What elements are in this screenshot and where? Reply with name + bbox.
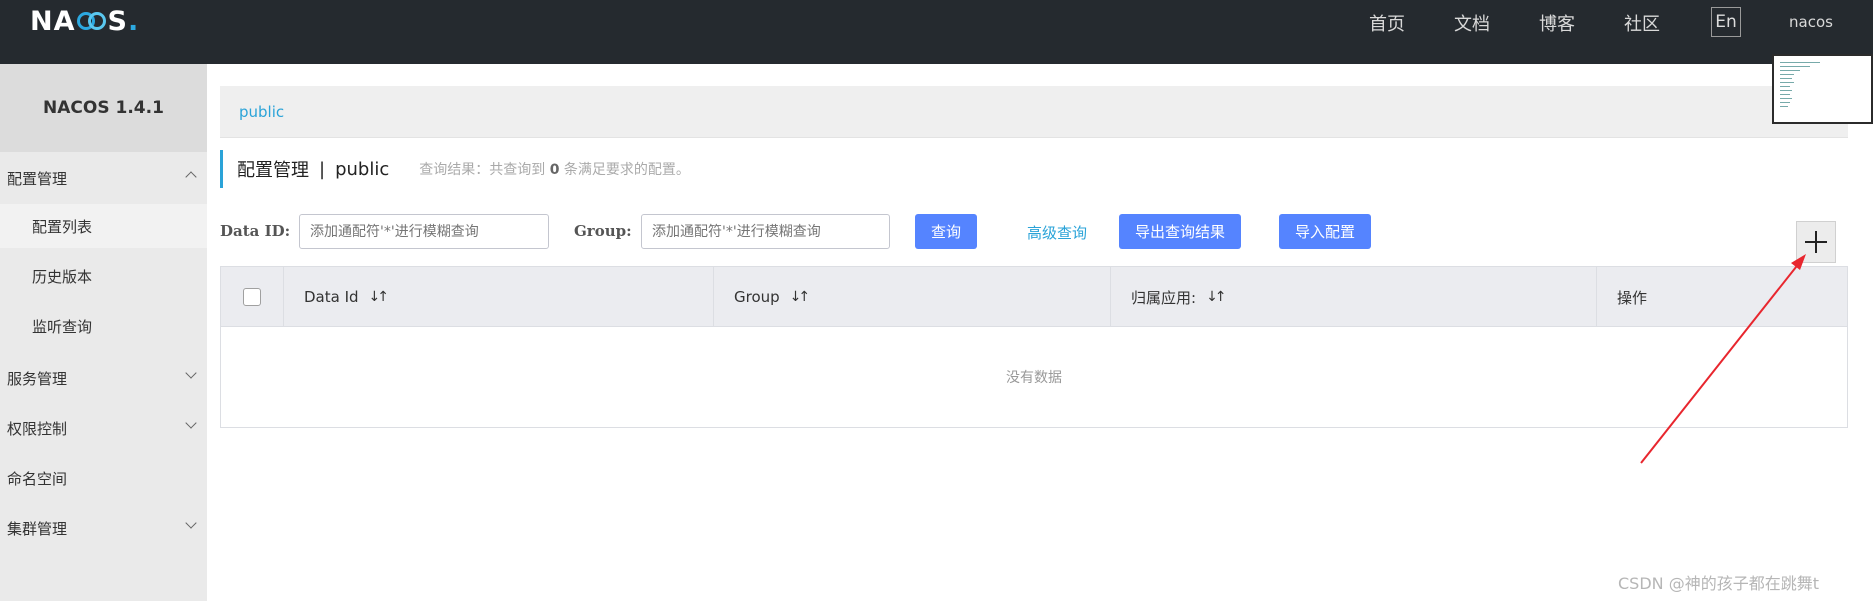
- watermark: CSDN @神的孩子都在跳舞t: [1618, 574, 1819, 593]
- annotation-arrow-icon: [1640, 254, 1806, 464]
